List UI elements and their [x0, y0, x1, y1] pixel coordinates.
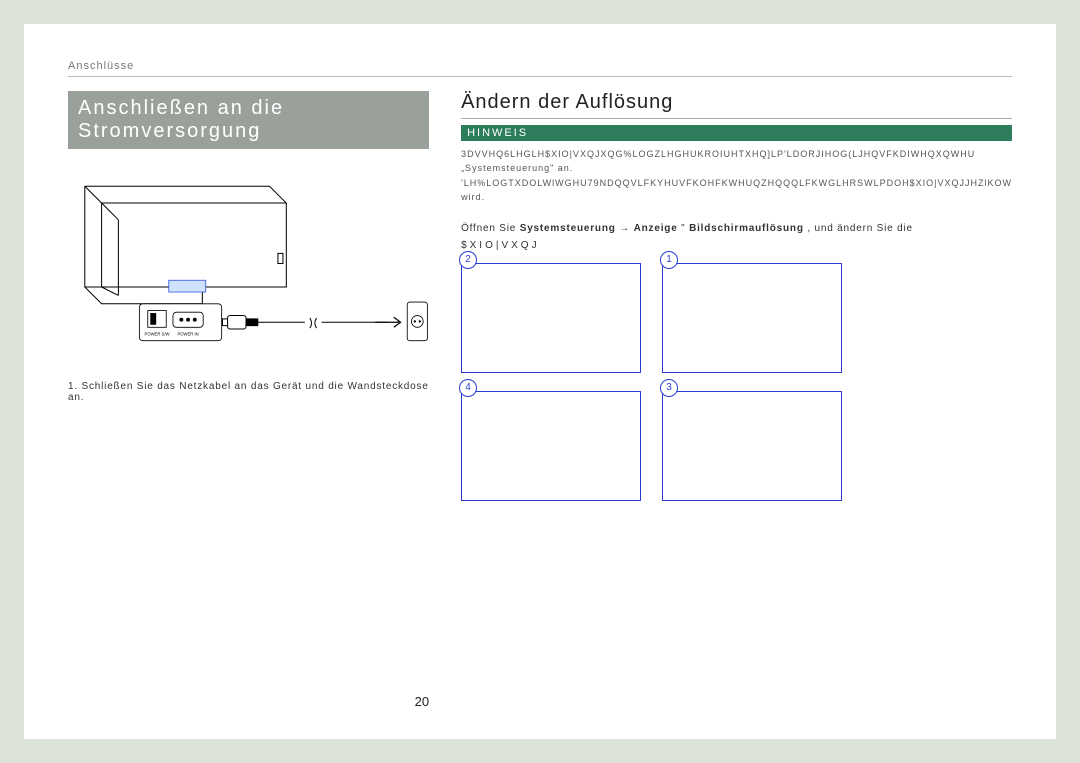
section-header: Anschlüsse	[68, 60, 1012, 77]
left-column: Anschließen an die Stromversorgung	[68, 91, 429, 709]
power-diagram: POWER S/W POWER IN	[68, 161, 429, 371]
page-number: 20	[68, 654, 429, 709]
step-num: 1	[660, 251, 678, 269]
step-num: 3	[660, 379, 678, 397]
step-4: 4	[461, 391, 650, 501]
hinweis-badge: HINWEIS	[461, 125, 1012, 141]
instruction-line: Öffnen Sie Systemsteuerung → Anzeige " B…	[461, 223, 1012, 234]
step-num: 2	[459, 251, 477, 269]
step-rect	[662, 263, 842, 373]
step-2: 2	[461, 263, 650, 373]
step-3: 3	[662, 391, 851, 501]
note-line3: wird.	[461, 192, 485, 202]
note-quoted: „Systemsteuerung" an.	[461, 163, 573, 173]
note-line2: 'LH%LOGTXDOLWlWGHU79NDQQVLFKYHUVFKOHFKWH…	[461, 178, 1012, 188]
right-column: Ändern der Auflösung HINWEIS 3DVVHQ6LHGL…	[461, 91, 1012, 709]
step-grid: 2 1 4 3	[461, 263, 851, 501]
power-caption: 1. Schließen Sie das Netzkabel an das Ge…	[68, 381, 429, 403]
left-section-title: Anschließen an die Stromversorgung	[68, 91, 429, 149]
step-rect	[662, 391, 842, 501]
step-rect	[461, 263, 641, 373]
note-block: 3DVVHQ6LHGLH$XIO|VXQJXQG%LOGZLHGHUKROIUH…	[461, 147, 1012, 205]
document-page: Anschlüsse Anschließen an die Stromverso…	[24, 24, 1056, 739]
step-1: 1	[662, 263, 851, 373]
right-section-title: Ändern der Auflösung	[461, 91, 1012, 119]
content-columns: Anschließen an die Stromversorgung	[68, 91, 1012, 709]
power-in-label: POWER IN	[177, 332, 198, 337]
aux-line: $XIO|VXQJ	[461, 240, 1012, 251]
power-sw-label: POWER S/W	[145, 332, 170, 337]
step-rect	[461, 391, 641, 501]
step-num: 4	[459, 379, 477, 397]
note-line1: 3DVVHQ6LHGLH$XIO|VXQJXQG%LOGZLHGHUKROIUH…	[461, 149, 975, 159]
